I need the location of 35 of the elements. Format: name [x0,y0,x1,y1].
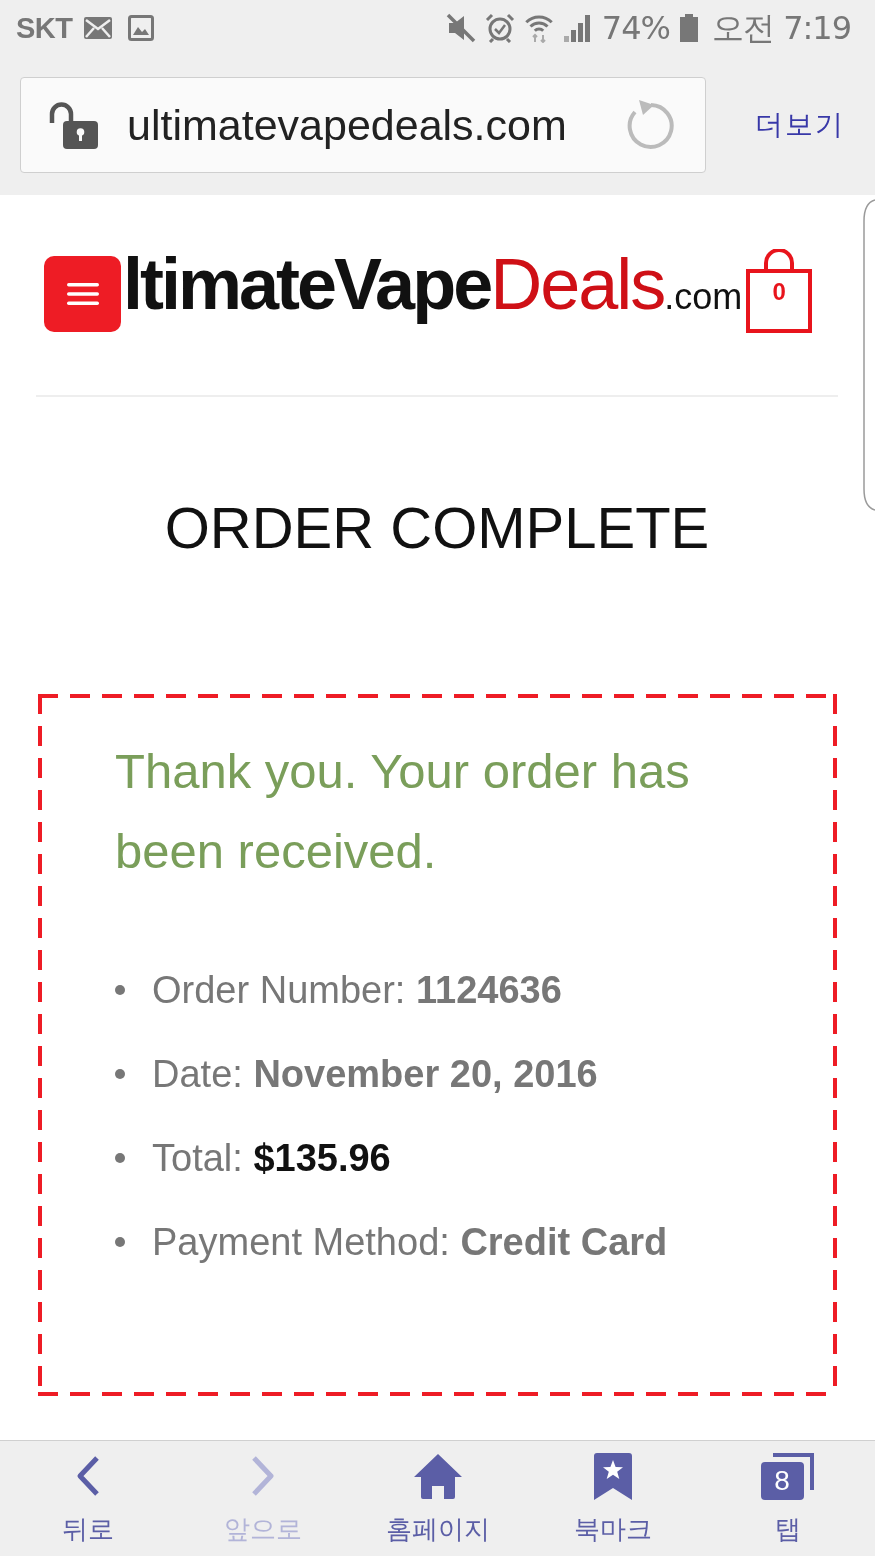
mute-icon [445,12,476,43]
house-icon [412,1453,463,1499]
image-icon [127,14,154,41]
tabs-button[interactable]: 8 탭 [700,1441,875,1556]
menu-icon [66,283,99,305]
mail-icon [83,16,112,39]
bullet-icon [115,1237,125,1247]
menu-button[interactable] [44,256,121,332]
order-detail: Date: November 20, 2016 [152,1052,598,1097]
back-button[interactable]: 뒤로 [0,1441,175,1556]
home-button[interactable]: 홈페이지 [350,1441,525,1556]
battery-icon [678,13,699,42]
signal-bars-icon [562,13,593,42]
battery-percent: 74% [601,8,670,47]
open-padlock-icon [47,101,99,149]
bullet-icon [115,985,125,995]
clock-time: 오전 7:19 [711,8,851,47]
cart-button[interactable]: 0 [746,249,813,333]
address-bar[interactable]: ultimatevapedeals.com [20,77,706,173]
site-logo[interactable]: ltimateVapeDeals.com [123,239,743,349]
order-detail: Order Number: 1124636 [152,968,562,1013]
edge-panel-handle[interactable] [862,199,875,511]
thank-you-message: Thank you. Your order has been received. [115,743,691,880]
bullet-icon [115,1153,125,1163]
chevron-right-icon [249,1455,276,1497]
shopping-bag-icon [746,249,813,333]
bullet-icon [115,1069,125,1079]
alarm-clock-icon [484,12,515,43]
order-detail: Total: $135.96 [152,1136,391,1181]
bookmarks-button[interactable]: 북마크 [525,1441,700,1556]
carrier-name: SKT [16,10,73,45]
page-title: ORDER COMPLETE [164,494,710,562]
bookmark-star-icon [592,1452,633,1500]
more-button[interactable]: 더보기 [755,107,845,143]
order-detail: Payment Method: Credit Card [152,1220,668,1265]
